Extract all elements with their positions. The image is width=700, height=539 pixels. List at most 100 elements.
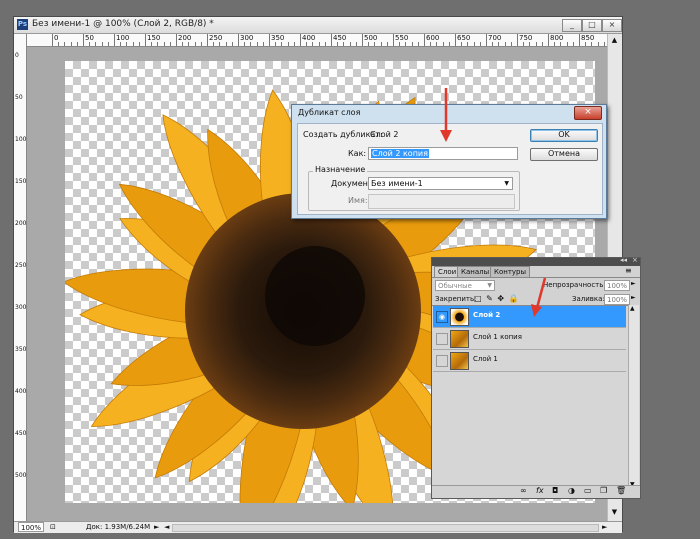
- ruler-minor-tick: [64, 42, 66, 46]
- ruler-minor-tick: [597, 42, 599, 46]
- document-select[interactable]: Без имени-1 ▼: [368, 177, 513, 190]
- panel-close-icon[interactable]: ×: [632, 256, 638, 264]
- opacity-field[interactable]: 100%: [604, 280, 630, 291]
- trash-icon[interactable]: 🗑: [616, 486, 626, 495]
- ruler-tick: [548, 34, 549, 46]
- blend-mode-select[interactable]: Обычные ▼: [435, 280, 495, 291]
- fx-icon[interactable]: fx: [536, 486, 544, 495]
- ruler-label: 150: [147, 34, 161, 42]
- panel-header[interactable]: ◂◂ ×: [432, 256, 640, 266]
- ruler-tick: [83, 34, 84, 46]
- ruler-label: 400: [15, 388, 27, 395]
- status-menu-arrow-icon[interactable]: ►: [154, 522, 159, 532]
- eye-icon[interactable]: ◉: [436, 311, 448, 323]
- ruler-minor-tick: [318, 42, 320, 46]
- scroll-up-icon[interactable]: ▲: [630, 305, 635, 312]
- scroll-left-icon[interactable]: ◄: [164, 522, 169, 532]
- ruler-minor-tick: [312, 42, 314, 46]
- ruler-minor-tick: [157, 42, 159, 46]
- status-icon[interactable]: ⊡: [50, 523, 56, 531]
- tab-channels[interactable]: Каналы: [457, 266, 494, 277]
- lock-label: Закрепить:: [435, 295, 477, 303]
- layer-row-sloi-2[interactable]: ◉ Слой 2: [433, 306, 626, 328]
- status-bar: 100% ⊡ Док: 1.93M/6.24M ► ◄ ►: [14, 521, 622, 533]
- visibility-toggle[interactable]: [436, 355, 448, 367]
- ruler-minor-tick: [163, 42, 165, 46]
- horizontal-scrollbar[interactable]: [172, 524, 599, 532]
- minimize-button[interactable]: _: [562, 19, 582, 32]
- opacity-label: Непрозрачность:: [543, 281, 606, 289]
- ruler-minor-tick: [603, 42, 605, 46]
- ruler-minor-tick: [566, 42, 568, 46]
- document-title-bar[interactable]: Ps Без имени-1 @ 100% (Слой 2, RGB/8) * …: [14, 17, 622, 34]
- ruler-label: 300: [240, 34, 254, 42]
- collapse-icon[interactable]: ◂◂: [620, 256, 627, 264]
- cancel-button[interactable]: Отмена: [530, 148, 598, 161]
- new-layer-icon[interactable]: ❐: [600, 486, 607, 495]
- name-input[interactable]: [368, 194, 515, 209]
- layer-row-sloi-1-kopiya[interactable]: Слой 1 копия: [433, 328, 626, 350]
- ruler-label: 700: [488, 34, 502, 42]
- ruler-label: 550: [395, 34, 409, 42]
- panel-menu-icon[interactable]: ≡: [625, 266, 632, 275]
- ruler-minor-tick: [293, 42, 295, 46]
- ruler-minor-tick: [430, 42, 432, 46]
- ruler-label: 650: [457, 34, 471, 42]
- adjustment-icon[interactable]: ◑: [568, 486, 575, 495]
- ruler-minor-tick: [479, 42, 481, 46]
- ruler-minor-tick: [436, 42, 438, 46]
- layers-list: ◉ Слой 2 Слой 1 копия Слой 1: [432, 305, 628, 492]
- ruler-minor-tick: [182, 42, 184, 46]
- ruler-minor-tick: [219, 42, 221, 46]
- lock-icons[interactable]: □ ✎ ✥ 🔒: [474, 294, 520, 303]
- ruler-minor-tick: [380, 42, 382, 46]
- ruler-tick: [114, 34, 115, 46]
- dialog-title-bar[interactable]: Дубликат слоя ×: [292, 105, 606, 121]
- ruler-minor-tick: [275, 42, 277, 46]
- ruler-label: 0: [15, 52, 19, 59]
- doc-size: Док: 1.93M/6.24M: [86, 523, 151, 531]
- ruler-label: 100: [15, 136, 27, 143]
- layer-row-sloi-1[interactable]: Слой 1: [433, 350, 626, 372]
- scroll-up-icon[interactable]: ▲: [610, 36, 619, 45]
- tab-paths[interactable]: Контуры: [490, 266, 531, 277]
- ruler-minor-tick: [461, 42, 463, 46]
- ruler-minor-tick: [58, 42, 60, 46]
- folder-icon[interactable]: ▭: [584, 486, 592, 495]
- fill-field[interactable]: 100%: [604, 294, 630, 305]
- mask-icon[interactable]: ◘: [552, 486, 558, 495]
- ruler-minor-tick: [554, 42, 556, 46]
- ruler-label: 350: [271, 34, 285, 42]
- close-button[interactable]: ×: [602, 19, 622, 32]
- ruler-minor-tick: [287, 42, 289, 46]
- ruler-minor-tick: [541, 42, 543, 46]
- name-label: Имя:: [348, 196, 368, 205]
- ruler-minor-tick: [70, 42, 72, 46]
- ruler-label: 750: [519, 34, 533, 42]
- fill-arrow-icon[interactable]: ►: [631, 294, 636, 301]
- opacity-arrow-icon[interactable]: ►: [631, 280, 636, 287]
- ruler-minor-tick: [120, 42, 122, 46]
- dialog-close-button[interactable]: ×: [574, 106, 602, 120]
- ruler-tick: [145, 34, 146, 46]
- ruler-tick: [517, 34, 518, 46]
- link-icon[interactable]: ∞: [520, 486, 527, 495]
- layers-scrollbar[interactable]: ▲ ▼: [628, 305, 639, 491]
- vertical-ruler[interactable]: 0 50 100 150 200 250 300 350 400 450 500: [14, 34, 27, 521]
- scroll-right-icon[interactable]: ►: [602, 522, 607, 532]
- scroll-down-icon[interactable]: ▼: [610, 508, 619, 517]
- ok-button[interactable]: OK: [530, 129, 598, 142]
- horizontal-ruler[interactable]: 0 50 100 150 200 250 300 350 400 450 500 550 600 650 7…: [26, 34, 621, 47]
- ruler-minor-tick: [504, 42, 506, 46]
- as-input[interactable]: Слой 2 копия: [368, 147, 518, 160]
- ruler-minor-tick: [306, 42, 308, 46]
- ruler-minor-tick: [572, 42, 574, 46]
- ruler-tick: [362, 34, 363, 46]
- ruler-tick: [207, 34, 208, 46]
- maximize-button[interactable]: □: [582, 19, 602, 32]
- zoom-field[interactable]: 100%: [18, 522, 44, 532]
- visibility-toggle[interactable]: [436, 333, 448, 345]
- layer-thumbnail: [450, 352, 469, 370]
- create-value: Слой 2: [370, 130, 399, 139]
- photoshop-icon: Ps: [17, 19, 28, 30]
